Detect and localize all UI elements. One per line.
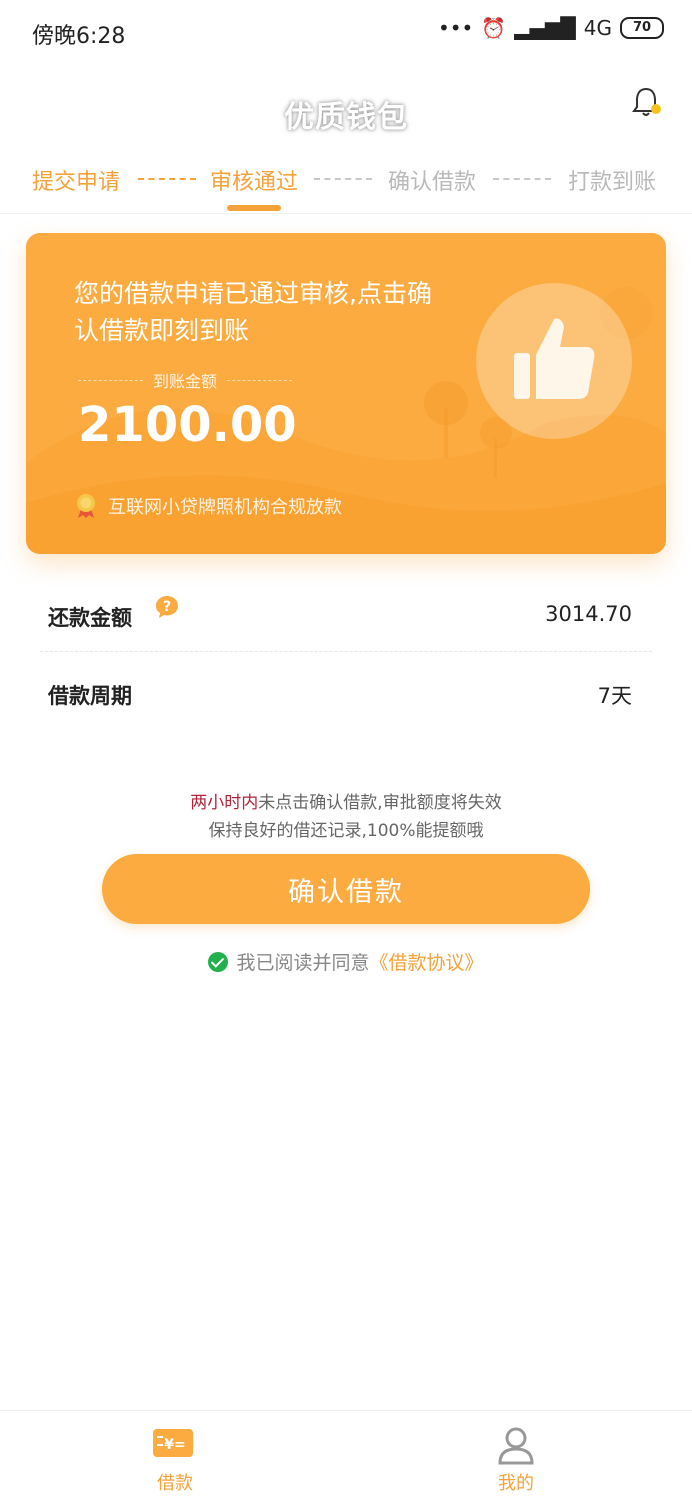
thumbs-up-icon (514, 318, 595, 399)
svg-text:?: ? (163, 599, 171, 615)
divider (0, 213, 692, 214)
profile-icon (498, 1427, 534, 1465)
loan-icon: ¥= (153, 1429, 193, 1457)
expiry-notice: 两小时内未点击确认借款,审批额度将失效 (0, 788, 692, 813)
page-title: 优质钱包 (284, 100, 408, 135)
amount-label: 到账金额 (78, 368, 293, 392)
status-bar: 傍晚6:28 ••• ⏰ ▂▄▆█ 4G 70 (0, 0, 692, 64)
approval-card: 您的借款申请已通过审核,点击确认借款即刻到账 到账金额 2100.00 互联网小… (26, 233, 666, 554)
step-confirm: 确认借款 (388, 170, 477, 195)
notice-text: 未点击确认借款,审批额度将失效 (258, 793, 502, 813)
step-connector (493, 178, 551, 180)
svg-text:¥=: ¥= (164, 1437, 185, 1453)
amount-label-text: 到账金额 (153, 372, 218, 391)
confirm-loan-button[interactable]: 确认借款 (102, 854, 590, 924)
notice-highlight: 两小时内 (190, 793, 259, 813)
tab-profile[interactable]: 我的 (416, 1411, 616, 1501)
received-amount: 2100.00 (78, 397, 297, 453)
repay-amount-label: 还款金额 (48, 606, 132, 630)
agreement-row: 我已阅读并同意《借款协议》 (0, 948, 692, 975)
loan-agreement-link[interactable]: 《借款协议》 (370, 952, 484, 974)
help-icon[interactable]: ? (154, 594, 180, 620)
approval-message: 您的借款申请已通过审核,点击确认借款即刻到账 (74, 279, 432, 345)
step-disburse: 打款到账 (568, 170, 657, 195)
network-type: 4G (583, 16, 612, 40)
repay-amount-value: 3014.70 (545, 602, 632, 626)
thumbs-up-badge (476, 283, 632, 439)
medal-icon (77, 494, 95, 518)
more-dots-icon: ••• (437, 16, 474, 40)
progress-steps: 提交申请 审核通过 确认借款 打款到账 (0, 160, 692, 210)
step-submit: 提交申请 (32, 170, 121, 195)
loan-period-value: 7天 (597, 684, 632, 708)
repay-amount-row: 还款金额 ? 3014.70 (48, 594, 632, 634)
status-icons: ••• ⏰ ▂▄▆█ 4G 70 (438, 16, 664, 40)
bottom-tab-bar: ¥= 借款 我的 (0, 1410, 692, 1501)
agree-checkbox[interactable] (208, 952, 229, 972)
battery-icon: 70 (620, 17, 664, 39)
divider (40, 651, 652, 652)
step-connector (138, 178, 196, 180)
credit-tip: 保持良好的借还记录,100%能提额哦 (208, 821, 484, 841)
loan-period-label: 借款周期 (48, 684, 132, 708)
bell-icon[interactable] (628, 84, 664, 120)
license-badge: 互联网小贷牌照机构合规放款 (74, 493, 342, 519)
agreement-text: 我已阅读并同意 (236, 952, 370, 974)
status-time: 傍晚6:28 (32, 24, 126, 49)
signal-icon: ▂▄▆█ (514, 16, 576, 40)
loan-period-row: 借款周期 7天 (48, 672, 632, 712)
tab-loan[interactable]: ¥= 借款 (75, 1411, 275, 1501)
tab-loan-label: 借款 (157, 1473, 193, 1494)
step-approved: 审核通过 (210, 170, 299, 195)
current-step-indicator (227, 205, 281, 211)
license-text: 互联网小贷牌照机构合规放款 (108, 497, 342, 518)
tab-profile-label: 我的 (498, 1473, 534, 1494)
alarm-icon: ⏰ (481, 16, 507, 40)
step-connector (314, 178, 372, 180)
